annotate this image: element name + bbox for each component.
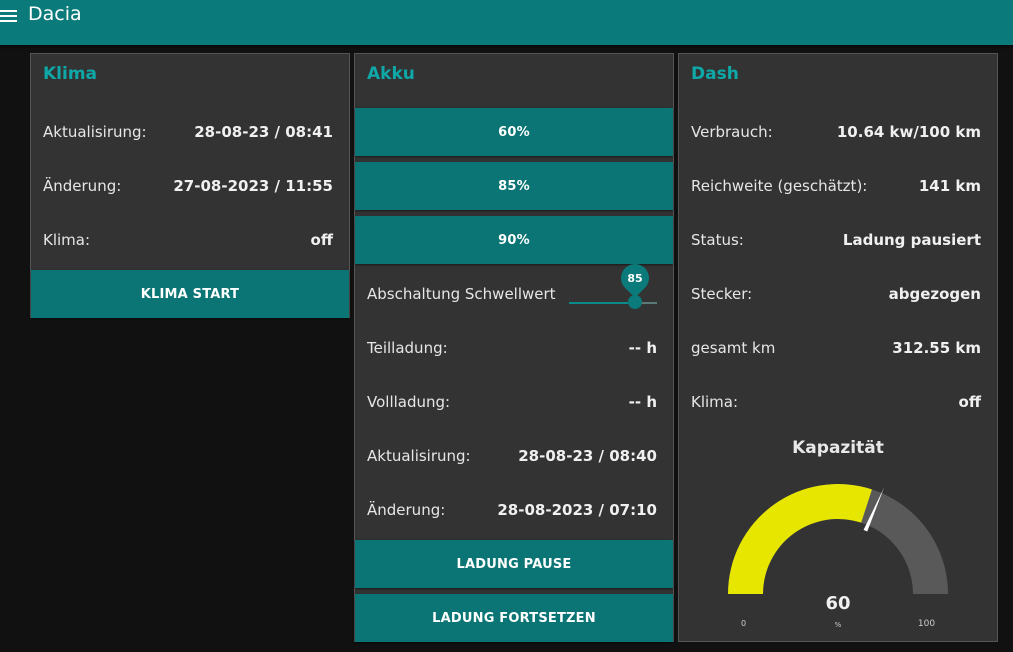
row-value: 312.55 km (892, 339, 981, 357)
klima-start-button[interactable]: KLIMA START (31, 270, 349, 318)
row-value: off (310, 231, 333, 249)
akku-panel: Akku 60% 85% 90% Abschaltung Schwellwert… (354, 53, 674, 642)
akku-row-aktualisirung: Aktualisirung: 28-08-23 / 08:40 (355, 429, 673, 483)
dash-row-klima: Klima: off (679, 375, 997, 429)
ladung-fortsetzen-button[interactable]: LADUNG FORTSETZEN (355, 594, 673, 642)
klima-row-klima: Klima: off (31, 213, 349, 267)
dash-row-status: Status: Ladung pausiert (679, 213, 997, 267)
dash-row-reichweite: Reichweite (geschätzt): 141 km (679, 159, 997, 213)
gauge-title: Kapazität (792, 438, 884, 458)
app-title: Dacia (28, 3, 82, 25)
row-label: Änderung: (367, 501, 446, 519)
akku-row-vollladung: Vollladung: -- h (355, 375, 673, 429)
klima-panel: Klima Aktualisirung: 28-08-23 / 08:41 Än… (30, 53, 350, 318)
row-value: off (958, 393, 981, 411)
row-value: Ladung pausiert (842, 231, 981, 249)
row-label: Aktualisirung: (367, 447, 471, 465)
dash-row-verbrauch: Verbrauch: 10.64 kw/100 km (679, 105, 997, 159)
dash-panel: Dash Verbrauch: 10.64 kw/100 km Reichwei… (678, 53, 998, 642)
row-label: Verbrauch: (691, 123, 773, 141)
row-label: Reichweite (geschätzt): (691, 177, 868, 195)
akku-panel-title: Akku (367, 64, 415, 84)
threshold-slider-track[interactable] (569, 302, 657, 304)
dash-row-stecker: Stecker: abgezogen (679, 267, 997, 321)
row-label: Klima: (43, 231, 91, 249)
row-label: gesamt km (691, 339, 776, 357)
preset-90-button[interactable]: 90% (355, 216, 673, 264)
gauge-value: 60 (825, 593, 850, 614)
row-label: Stecker: (691, 285, 753, 303)
row-value: 141 km (918, 177, 981, 195)
gauge-min-label: 0 (741, 619, 746, 628)
capacity-gauge: 60 % 0 100 (728, 484, 948, 629)
row-label: Änderung: (43, 177, 122, 195)
dash-row-gesamt-km: gesamt km 312.55 km (679, 321, 997, 375)
row-value: 28-08-23 / 08:41 (194, 123, 333, 141)
klima-row-aktualisirung: Aktualisirung: 28-08-23 / 08:41 (31, 105, 349, 159)
row-value: 27-08-2023 / 11:55 (173, 177, 333, 195)
row-value: -- h (628, 393, 657, 411)
threshold-slider-fill (569, 302, 635, 304)
row-label: Klima: (691, 393, 739, 411)
gauge-max-label: 100 (918, 619, 935, 629)
akku-row-aenderung: Änderung: 28-08-2023 / 07:10 (355, 483, 673, 537)
threshold-slider-thumb[interactable] (628, 295, 642, 309)
dash-panel-title: Dash (691, 64, 739, 84)
row-value: abgezogen (888, 285, 981, 303)
row-value: -- h (628, 339, 657, 357)
ladung-pause-button[interactable]: LADUNG PAUSE (355, 540, 673, 588)
preset-60-button[interactable]: 60% (355, 108, 673, 156)
threshold-label: Abschaltung Schwellwert (367, 285, 556, 303)
gauge-unit: % (835, 621, 842, 629)
preset-85-button[interactable]: 85% (355, 162, 673, 210)
hamburger-menu-icon[interactable] (0, 8, 18, 24)
row-label: Aktualisirung: (43, 123, 147, 141)
row-value: 28-08-23 / 08:40 (518, 447, 657, 465)
klima-row-aenderung: Änderung: 27-08-2023 / 11:55 (31, 159, 349, 213)
slider-value-label: 85 (627, 271, 643, 285)
row-label: Vollladung: (367, 393, 451, 411)
akku-row-teilladung: Teilladung: -- h (355, 321, 673, 375)
row-label: Teilladung: (367, 339, 448, 357)
klima-panel-title: Klima (43, 64, 98, 84)
top-bar: Dacia (0, 0, 1013, 45)
row-value: 28-08-2023 / 07:10 (497, 501, 657, 519)
row-label: Status: (691, 231, 744, 249)
gauge-fill (728, 484, 872, 594)
row-value: 10.64 kw/100 km (836, 123, 981, 141)
